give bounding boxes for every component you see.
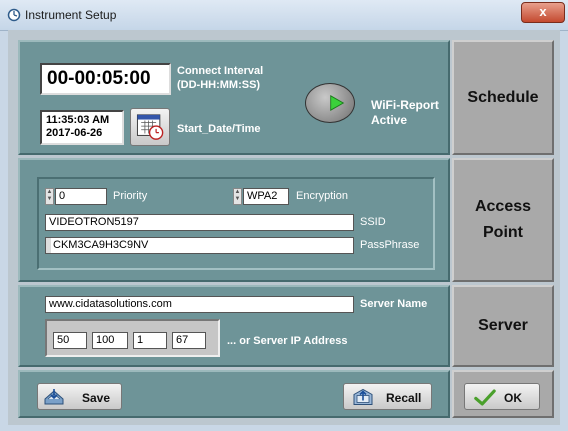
close-icon: x — [539, 4, 547, 19]
access-point-button[interactable]: Access Point — [452, 158, 554, 282]
encryption-spinner[interactable]: ▲ ▼ — [233, 188, 242, 205]
start-time-value: 11:35:03 AM — [46, 114, 110, 126]
save-button[interactable]: Save — [37, 383, 122, 410]
connect-interval-label: Connect Interval — [177, 65, 264, 77]
client-area: 00-00:05:00 Connect Interval (DD-HH:MM:S… — [8, 30, 560, 425]
save-icon — [44, 389, 64, 405]
start-datetime-display[interactable]: 11:35:03 AM 2017-06-26 — [40, 110, 124, 145]
window-title: Instrument Setup — [25, 8, 117, 22]
checkmark-icon — [474, 389, 496, 406]
server-name-label: Server Name — [360, 298, 428, 310]
instrument-setup-window: Instrument Setup x 00-00:05:00 Connect I… — [0, 0, 568, 431]
passphrase-value: CKM3CA9H3C9NV — [53, 239, 149, 251]
server-panel: www.cidatasolutions.com Server Name 50 1… — [18, 285, 450, 367]
schedule-button[interactable]: Schedule — [452, 40, 554, 155]
ssid-label: SSID — [360, 216, 386, 228]
server-ip-label: ... or Server IP Address — [227, 335, 348, 347]
app-icon — [7, 8, 21, 22]
connect-interval-format: (DD-HH:MM:SS) — [177, 79, 261, 91]
start-datetime-label: Start_Date/Time — [177, 123, 261, 135]
recall-button[interactable]: Recall — [343, 383, 432, 410]
close-button[interactable]: x — [521, 2, 565, 23]
recall-label: Recall — [386, 391, 422, 405]
server-name-input[interactable]: www.cidatasolutions.com — [45, 296, 354, 313]
ip-octet-1[interactable]: 50 — [53, 332, 87, 349]
server-button[interactable]: Server — [452, 285, 554, 367]
wifi-active-label: Active — [371, 113, 408, 127]
priority-spinner[interactable]: ▲ ▼ — [45, 188, 54, 205]
calendar-icon — [136, 114, 164, 140]
recall-icon — [353, 388, 373, 405]
passphrase-input[interactable]: CKM3CA9H3C9NV — [45, 237, 354, 254]
wifi-report-label: WiFi-Report — [371, 98, 439, 112]
priority-input[interactable]: 0 — [55, 188, 107, 205]
ok-label: OK — [504, 391, 522, 405]
calendar-button[interactable] — [130, 108, 170, 146]
encryption-label: Encryption — [296, 190, 348, 202]
connect-interval-display[interactable]: 00-00:05:00 — [40, 63, 171, 95]
passphrase-label: PassPhrase — [360, 239, 420, 251]
title-bar[interactable]: Instrument Setup x — [0, 0, 568, 31]
ip-octet-2[interactable]: 100 — [92, 332, 128, 349]
ssid-input[interactable]: VIDEOTRON5197 — [45, 214, 354, 231]
access-point-panel: ▲ ▼ 0 Priority ▲ ▼ WPA2 Encryption VIDEOTR… — [18, 158, 450, 282]
schedule-panel: 00-00:05:00 Connect Interval (DD-HH:MM:S… — [18, 40, 450, 155]
ok-bar: OK — [452, 370, 554, 418]
ok-button[interactable]: OK — [464, 383, 540, 410]
ip-octet-3[interactable]: 1 — [133, 332, 167, 349]
access-point-label-1: Access — [474, 198, 532, 215]
access-point-label-2: Point — [483, 224, 523, 241]
start-date-value: 2017-06-26 — [46, 127, 103, 139]
encryption-select[interactable]: WPA2 — [243, 188, 289, 205]
bottom-bar: Save Recall — [18, 370, 450, 418]
passphrase-marker — [46, 238, 51, 253]
priority-label: Priority — [113, 190, 148, 202]
schedule-button-label: Schedule — [467, 88, 539, 106]
server-button-label: Server — [478, 317, 528, 334]
ip-octet-4[interactable]: 67 — [172, 332, 206, 349]
play-icon — [330, 95, 345, 111]
save-label: Save — [82, 391, 111, 405]
wifi-report-led[interactable] — [305, 83, 355, 123]
